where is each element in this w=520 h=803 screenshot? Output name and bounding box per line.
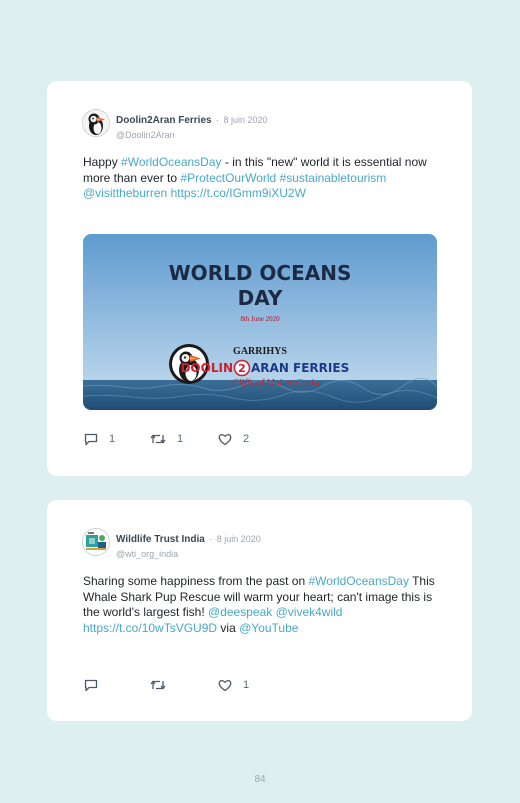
like-action[interactable]: 1 <box>217 676 249 694</box>
tweet-media-image[interactable]: WORLD OCEANS DAY 8th June 2020 GARRIHYS … <box>83 234 437 410</box>
media-date-line: 8th June 2020 <box>240 315 280 323</box>
separator-dot: · <box>216 115 220 125</box>
like-action[interactable]: 2 <box>217 430 249 448</box>
retweet-action[interactable]: 1 <box>149 430 183 448</box>
reply-count: 1 <box>109 433 116 445</box>
hashtag-link[interactable]: #sustainabletourism <box>280 171 387 185</box>
retweet-icon <box>150 434 166 444</box>
retweet-count: 1 <box>177 433 184 445</box>
mention-link[interactable]: @deespeak <box>208 605 272 619</box>
puffin-avatar-icon[interactable] <box>82 109 110 137</box>
media-title-line2: DAY <box>238 286 283 310</box>
url-link[interactable]: https://t.co/IGmm9iXU2W <box>171 186 306 200</box>
author-block: Wildlife Trust India · 8 juin 2020 @wti_… <box>116 529 261 559</box>
hashtag-link[interactable]: #WorldOceansDay <box>308 574 409 588</box>
author-name[interactable]: Wildlife Trust India <box>116 534 205 545</box>
reply-action[interactable] <box>83 676 99 694</box>
media-brand-right: ARAN FERRIES <box>251 361 349 375</box>
media-title-line1: WORLD OCEANS <box>169 261 352 285</box>
tweet-card: Doolin2Aran Ferries · 8 juin 2020 @Dooli… <box>47 81 472 476</box>
retweet-action[interactable] <box>149 676 167 694</box>
reply-action[interactable]: 1 <box>83 430 115 448</box>
retweet-icon <box>150 680 166 690</box>
author-name[interactable]: Doolin2Aran Ferries <box>116 115 212 126</box>
heart-icon <box>218 434 232 446</box>
mention-link[interactable]: @vivek4wild <box>276 605 343 619</box>
heart-icon <box>218 680 232 692</box>
mention-link[interactable]: @visittheburren <box>83 186 167 200</box>
mention-link[interactable]: @YouTube <box>239 621 298 635</box>
reply-icon <box>84 433 98 446</box>
tweet-date[interactable]: 8 juin 2020 <box>224 115 268 125</box>
tweet-text: Sharing some happiness from the past on … <box>83 574 443 636</box>
tweet-text-segment: Happy <box>83 155 122 169</box>
tweet-date[interactable]: 8 juin 2020 <box>217 534 261 544</box>
media-brand-sub: Cliffs of Moher Cruise <box>232 378 323 389</box>
author-handle[interactable]: @wti_org_india <box>116 549 261 559</box>
author-block: Doolin2Aran Ferries · 8 juin 2020 @Dooli… <box>116 110 268 140</box>
tweet-text-segment: via <box>217 620 240 635</box>
author-handle[interactable]: @Doolin2Aran <box>116 130 268 140</box>
hashtag-link[interactable]: #WorldOceansDay <box>121 155 222 169</box>
separator-dot: · <box>209 534 213 544</box>
tweet-card: Wildlife Trust India · 8 juin 2020 @wti_… <box>47 500 472 721</box>
media-brand-top: GARRIHYS <box>233 346 287 357</box>
media-brand-left: DOOLIN <box>180 361 233 375</box>
like-count: 2 <box>243 433 250 445</box>
reply-icon <box>84 679 98 692</box>
page-number: 84 <box>254 774 266 785</box>
media-brand-num: 2 <box>238 362 246 375</box>
wti-logo-avatar-icon[interactable] <box>82 528 110 556</box>
url-link[interactable]: https://t.co/10wTsVGU9D <box>83 621 217 635</box>
hashtag-link[interactable]: #ProtectOurWorld <box>180 171 276 185</box>
tweet-text: Happy #WorldOceansDay - in this "new" wo… <box>83 155 443 202</box>
like-count: 1 <box>243 679 250 691</box>
tweet-text-segment: Sharing some happiness from the past on <box>83 574 309 588</box>
